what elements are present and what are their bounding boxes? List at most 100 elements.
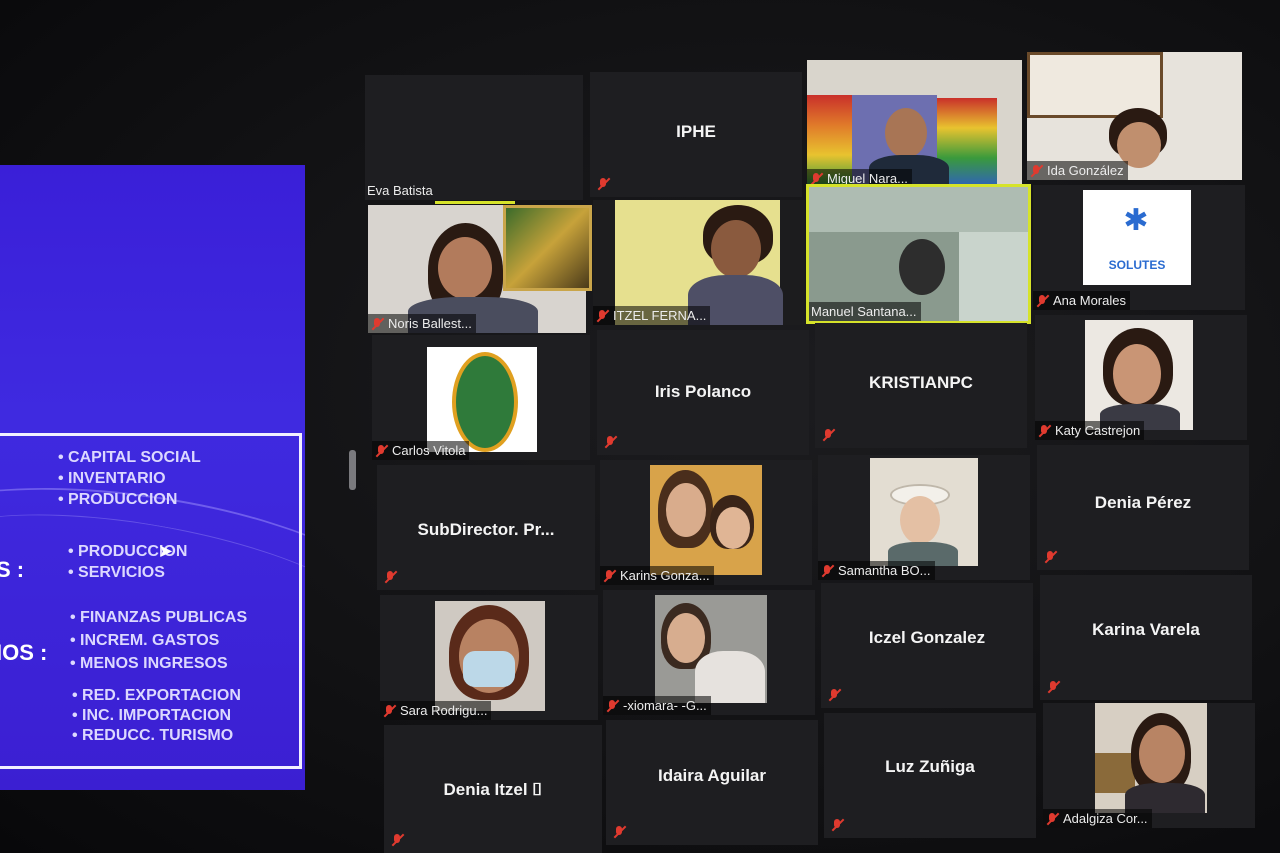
participant-tile-karins[interactable]: Karins Gonza... <box>600 460 812 585</box>
slide-bullet: INVENTARIO <box>58 468 201 489</box>
participant-display-name: Denia Pérez <box>1094 493 1192 512</box>
slide-bullet: CAPITAL SOCIAL <box>58 447 201 468</box>
participant-display-name: Karina Varela <box>1092 620 1200 639</box>
participant-name: Samantha BO... <box>838 563 931 578</box>
participant-name: Ana Morales <box>1053 293 1126 308</box>
participant-tile-luz[interactable]: Luz Zuñiga <box>824 713 1036 838</box>
muted-mic-icon <box>612 825 626 839</box>
participant-name: Adalgiza Cor... <box>1063 811 1148 826</box>
muted-mic-icon <box>605 699 619 713</box>
participant-name-label: Katy Castrejon <box>1035 421 1145 440</box>
muted-mic-icon <box>821 428 835 442</box>
slide-bullet: PRODUCCION <box>58 489 201 510</box>
muted-mic-icon <box>827 688 841 702</box>
participant-tile-ida[interactable]: Ida González <box>1027 52 1242 180</box>
muted-mic-icon <box>1029 164 1043 178</box>
mouse-cursor-icon: ➤ <box>158 541 174 561</box>
slide-bullet: INCREM. GASTOS <box>70 629 247 652</box>
participant-tile-idaira[interactable]: Idaira Aguilar <box>606 720 818 845</box>
muted-mic-icon <box>382 704 396 718</box>
muted-mic-icon <box>383 570 397 584</box>
muted-mic-icon <box>374 444 388 458</box>
participant-tile-ana[interactable]: ✱ SOLUTES Ana Morales <box>1033 185 1245 310</box>
participant-tile-subdirector[interactable]: SubDirector. Pr... <box>377 465 595 590</box>
slide-bullet: MENOS INGRESOS <box>70 652 247 675</box>
participant-tile-karina-varela[interactable]: Karina Varela <box>1040 575 1252 700</box>
profile-picture <box>427 347 537 452</box>
participant-name: Ida González <box>1047 163 1124 178</box>
organization-emblem-icon <box>452 352 518 452</box>
participant-face <box>1139 725 1185 783</box>
muted-mic-icon <box>603 435 617 449</box>
muted-mic-icon <box>1035 294 1049 308</box>
participant-face <box>666 483 706 537</box>
profile-picture <box>870 458 978 566</box>
muted-mic-icon <box>1043 550 1057 564</box>
profile-picture <box>1095 703 1207 813</box>
participant-face <box>900 496 940 544</box>
slide-list-1: CAPITAL SOCIAL INVENTARIO PRODUCCION <box>58 447 201 510</box>
slide-list-4: RED. EXPORTACION INC. IMPORTACION REDUCC… <box>72 686 241 746</box>
participant-tile-sara[interactable]: Sara Rodrigu... <box>380 595 598 720</box>
slide-bullet: SERVICIOS <box>68 562 187 583</box>
participant-name: -xiomara- -G... <box>623 698 707 713</box>
participant-name: Eva Batista <box>367 183 433 198</box>
participant-display-name: IPHE <box>676 122 716 141</box>
participant-face <box>1113 344 1161 404</box>
muted-mic-icon <box>820 564 834 578</box>
muted-mic-icon <box>1037 424 1051 438</box>
participant-name: Sara Rodrigu... <box>400 703 488 718</box>
video-background <box>503 205 592 291</box>
participant-name: Noris Ballest... <box>388 316 472 331</box>
participant-name-label: Karins Gonza... <box>600 566 714 585</box>
participant-name: Katy Castrejon <box>1055 423 1141 438</box>
video-background <box>809 187 1028 232</box>
profile-picture: ✱ SOLUTES <box>1083 190 1191 285</box>
participant-tile-carlos[interactable]: Carlos Vitola <box>372 335 590 460</box>
video-background <box>1095 753 1135 793</box>
participant-tile-adalgiza[interactable]: Adalgiza Cor... <box>1043 703 1255 828</box>
participant-face <box>667 613 705 663</box>
participant-tile-iris[interactable]: Iris Polanco <box>597 330 809 455</box>
profile-picture <box>650 465 762 575</box>
muted-mic-icon <box>390 833 404 847</box>
participant-display-name: Luz Zuñiga <box>885 757 975 776</box>
slide-label: S : <box>0 557 25 582</box>
slide-list-3: FINANZAS PUBLICAS INCREM. GASTOS MENOS I… <box>70 606 247 675</box>
participant-tile-eva[interactable]: Eva Batista <box>365 75 583 204</box>
participant-tile-kristian[interactable]: KRISTIANPC <box>815 323 1027 448</box>
participant-name-label: Eva Batista <box>365 181 437 200</box>
participant-display-name: Iczel Gonzalez <box>868 628 986 647</box>
participant-name-label: Miguel Nara... <box>807 169 912 188</box>
participant-tile-denia-itzel[interactable]: Denia Itzel ⌷ <box>384 725 602 853</box>
slide-bullet: RED. EXPORTACION <box>72 686 241 706</box>
participant-tile-miguel[interactable]: Miguel Nara... <box>807 60 1022 188</box>
participant-tile-iczel[interactable]: Iczel Gonzalez <box>821 583 1033 708</box>
participant-face <box>438 237 492 299</box>
participant-name-label: Noris Ballest... <box>368 314 476 333</box>
participant-name: Karins Gonza... <box>620 568 710 583</box>
muted-mic-icon <box>809 172 823 186</box>
zoom-meeting-window: : CAPITAL SOCIAL INVENTARIO PRODUCCION S… <box>0 0 1280 853</box>
company-logo-icon: ✱ <box>1123 204 1149 237</box>
muted-mic-icon <box>830 818 844 832</box>
muted-mic-icon <box>1045 812 1059 826</box>
slide-label: : <box>0 478 1 504</box>
participant-name-label: ITZEL FERNA... <box>593 306 711 325</box>
participant-tile-denia-perez[interactable]: Denia Pérez <box>1037 445 1249 570</box>
participant-tile-samantha[interactable]: Samantha BO... <box>818 455 1030 580</box>
slide-bullet: FINANZAS PUBLICAS <box>70 606 247 629</box>
participant-tile-itzel[interactable]: ITZEL FERNA... <box>593 200 805 325</box>
muted-mic-icon <box>602 569 616 583</box>
participant-name-label: Adalgiza Cor... <box>1043 809 1152 828</box>
participant-face <box>716 507 750 549</box>
participant-tile-manuel[interactable]: Manuel Santana... <box>806 184 1031 324</box>
participant-tile-iphe[interactable]: IPHE <box>590 72 802 197</box>
participant-tile-xiomara[interactable]: -xiomara- -G... <box>603 590 815 715</box>
speaking-indicator <box>435 201 515 204</box>
participant-tile-katy[interactable]: Katy Castrejon <box>1035 315 1247 440</box>
participant-display-name: SubDirector. Pr... <box>417 520 555 539</box>
participant-face <box>711 220 761 278</box>
participant-tile-noris[interactable]: Noris Ballest... <box>368 205 592 333</box>
split-view-divider-handle[interactable] <box>349 450 356 490</box>
